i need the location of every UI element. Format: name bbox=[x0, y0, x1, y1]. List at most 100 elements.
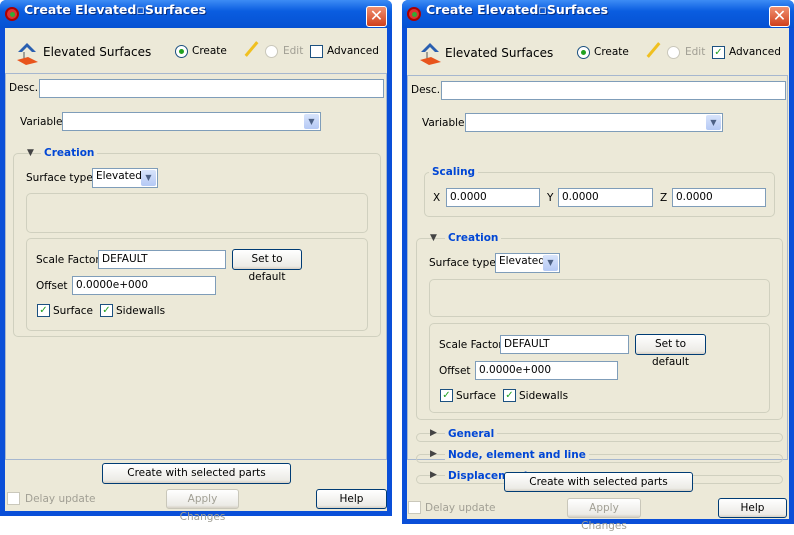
app-icon bbox=[407, 7, 421, 21]
header-title: Elevated Surfaces bbox=[43, 45, 152, 59]
variable-select[interactable]: ▼ bbox=[62, 112, 321, 131]
scale-box: Scale Factor DEFAULT Set to default Offs… bbox=[429, 323, 770, 413]
advanced-label: Advanced bbox=[729, 46, 781, 58]
sidewalls-checkbox[interactable]: ✓ bbox=[100, 304, 113, 317]
triangle-down-icon[interactable]: ▼ bbox=[430, 233, 437, 243]
delay-update-checkbox[interactable] bbox=[7, 492, 20, 505]
offset-input[interactable]: 0.0000e+000 bbox=[72, 276, 216, 295]
z-label: Z bbox=[660, 192, 668, 204]
elevated-surfaces-icon bbox=[17, 43, 38, 65]
apply-changes-button[interactable]: Apply Changes bbox=[166, 489, 239, 523]
z-input[interactable]: 0.0000 bbox=[672, 188, 766, 207]
apply-changes-button[interactable]: Apply Changes bbox=[567, 498, 641, 532]
pencil-icon bbox=[244, 41, 259, 57]
delay-update-label: Delay update bbox=[425, 502, 496, 514]
dialog-body: Elevated Surfaces Create Edit Advanced D… bbox=[5, 28, 387, 523]
scale-factor-label: Scale Factor bbox=[439, 339, 503, 351]
set-to-default-button[interactable]: Set to default bbox=[232, 249, 302, 283]
create-label: Create bbox=[594, 46, 629, 58]
scaling-group: Scaling X 0.0000 Y 0.0000 Z 0.0000 bbox=[424, 166, 775, 217]
triangle-right-icon[interactable]: ▶ bbox=[430, 470, 437, 480]
sidewalls-checkbox[interactable]: ✓ bbox=[503, 389, 516, 402]
general-header[interactable]: General bbox=[445, 428, 498, 440]
chevron-down-icon[interactable]: ▼ bbox=[304, 114, 319, 129]
title-bar[interactable]: Create Elevated▫Surfaces ✕ bbox=[402, 0, 794, 28]
desc-label: Desc. bbox=[411, 84, 441, 96]
window-title: Create Elevated▫Surfaces bbox=[24, 2, 207, 17]
empty-box bbox=[429, 279, 770, 317]
node-element-line-section[interactable]: ▶ Node, element and line bbox=[416, 449, 783, 463]
creation-group: ▼ Creation Surface type Elevated ▼ Scale … bbox=[13, 147, 381, 337]
surface-type-value: Elevated bbox=[499, 255, 545, 267]
chevron-down-icon[interactable]: ▼ bbox=[706, 115, 721, 130]
offset-label: Offset bbox=[439, 365, 471, 377]
scale-factor-label: Scale Factor bbox=[36, 254, 100, 266]
dialog-advanced: Create Elevated▫Surfaces ✕ Elevated Surf… bbox=[402, 0, 794, 532]
scale-factor-input[interactable]: DEFAULT bbox=[98, 250, 226, 269]
y-input[interactable]: 0.0000 bbox=[558, 188, 653, 207]
surface-type-select[interactable]: Elevated ▼ bbox=[495, 253, 560, 273]
triangle-right-icon[interactable]: ▶ bbox=[430, 449, 437, 459]
surface-label: Surface bbox=[53, 305, 94, 317]
variable-label: Variable bbox=[20, 116, 63, 128]
surface-label: Surface bbox=[456, 390, 497, 402]
surface-type-label: Surface type bbox=[26, 172, 93, 184]
header-title: Elevated Surfaces bbox=[445, 46, 554, 60]
app-icon bbox=[5, 7, 19, 21]
desc-input[interactable] bbox=[441, 81, 786, 100]
dialog-basic: Create Elevated▫Surfaces ✕ Elevated Surf… bbox=[0, 0, 392, 523]
desc-label: Desc. bbox=[9, 82, 39, 94]
node-element-line-header[interactable]: Node, element and line bbox=[445, 449, 589, 461]
create-with-selected-parts-button[interactable]: Create with selected parts bbox=[504, 472, 693, 492]
edit-radio[interactable] bbox=[667, 46, 680, 59]
elevated-surfaces-icon bbox=[420, 43, 441, 65]
pencil-icon bbox=[646, 42, 661, 58]
delay-update-checkbox[interactable] bbox=[408, 501, 421, 514]
create-radio[interactable] bbox=[175, 45, 188, 58]
edit-radio[interactable] bbox=[265, 45, 278, 58]
sidewalls-label: Sidewalls bbox=[116, 305, 166, 317]
surface-type-value: Elevated bbox=[96, 170, 142, 182]
delay-update-label: Delay update bbox=[25, 493, 96, 505]
close-button[interactable]: ✕ bbox=[769, 6, 790, 27]
surface-checkbox[interactable]: ✓ bbox=[440, 389, 453, 402]
variable-label: Variable bbox=[422, 117, 465, 129]
help-button[interactable]: Help bbox=[316, 489, 387, 509]
advanced-checkbox[interactable] bbox=[310, 45, 323, 58]
sidewalls-label: Sidewalls bbox=[519, 390, 569, 402]
empty-box bbox=[26, 193, 368, 233]
surface-type-label: Surface type bbox=[429, 257, 496, 269]
settings-panel: Desc. Variable ▼ ▼ Creation Surface type… bbox=[5, 73, 387, 460]
desc-input[interactable] bbox=[39, 79, 384, 98]
creation-header[interactable]: Creation bbox=[41, 147, 98, 159]
dialog-body: Elevated Surfaces Create Edit ✓ Advanced… bbox=[407, 28, 789, 532]
triangle-right-icon[interactable]: ▶ bbox=[430, 428, 437, 438]
title-bar[interactable]: Create Elevated▫Surfaces ✕ bbox=[0, 0, 392, 28]
window-title: Create Elevated▫Surfaces bbox=[426, 2, 609, 17]
creation-header[interactable]: Creation bbox=[445, 232, 502, 244]
advanced-label: Advanced bbox=[327, 45, 379, 57]
offset-input[interactable]: 0.0000e+000 bbox=[475, 361, 618, 380]
variable-select[interactable]: ▼ bbox=[465, 113, 723, 132]
surface-type-select[interactable]: Elevated ▼ bbox=[92, 168, 158, 188]
advanced-checkbox[interactable]: ✓ bbox=[712, 46, 725, 59]
close-button[interactable]: ✕ bbox=[366, 6, 387, 27]
create-radio[interactable] bbox=[577, 46, 590, 59]
chevron-down-icon[interactable]: ▼ bbox=[543, 255, 558, 271]
help-button[interactable]: Help bbox=[718, 498, 787, 518]
create-with-selected-parts-button[interactable]: Create with selected parts bbox=[102, 463, 291, 484]
general-section[interactable]: ▶ General bbox=[416, 428, 783, 442]
edit-label: Edit bbox=[685, 46, 706, 58]
y-label: Y bbox=[547, 192, 554, 204]
x-label: X bbox=[433, 192, 441, 204]
offset-label: Offset bbox=[36, 280, 68, 292]
surface-checkbox[interactable]: ✓ bbox=[37, 304, 50, 317]
triangle-down-icon[interactable]: ▼ bbox=[27, 148, 34, 158]
creation-group: ▼ Creation Surface type Elevated ▼ Scale … bbox=[416, 232, 783, 420]
chevron-down-icon[interactable]: ▼ bbox=[141, 170, 156, 186]
x-input[interactable]: 0.0000 bbox=[446, 188, 540, 207]
settings-panel: Desc. Variable ▼ Scaling X 0.0000 Y 0.00… bbox=[407, 75, 788, 484]
scale-factor-input[interactable]: DEFAULT bbox=[500, 335, 629, 354]
set-to-default-button[interactable]: Set to default bbox=[635, 334, 706, 368]
create-label: Create bbox=[192, 45, 227, 57]
